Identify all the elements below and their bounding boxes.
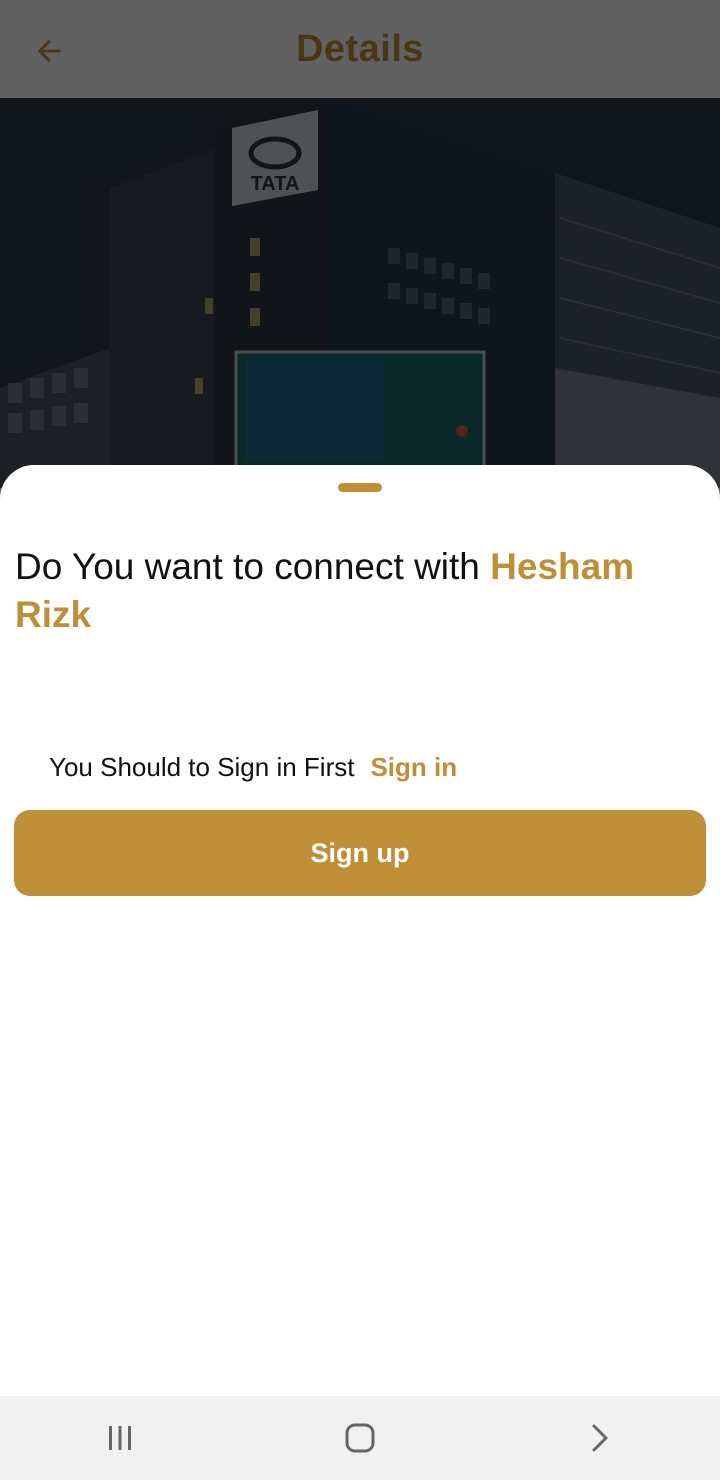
chevron-right-icon [592, 1424, 608, 1452]
screen: Details TATA Do You want to connect with… [0, 0, 720, 1480]
signup-label: Sign up [310, 837, 410, 868]
back-button[interactable] [22, 24, 76, 78]
signin-link[interactable]: Sign in [370, 752, 457, 783]
app-bar: Details [0, 0, 720, 98]
page-title: Details [295, 27, 425, 70]
signin-hint: You Should to Sign in First [49, 752, 355, 782]
bottom-sheet: Do You want to connect with Hesham Rizk … [0, 465, 720, 1396]
signin-row: You Should to Sign in First Sign in [49, 752, 457, 783]
question-text: Do You want to connect with [15, 546, 491, 587]
building-illustration: TATA [0, 98, 720, 488]
signup-button[interactable]: Sign up [14, 810, 706, 896]
logo-text: TATA [251, 173, 300, 195]
recents-button[interactable] [70, 1396, 170, 1480]
arrow-left-icon [37, 39, 61, 63]
home-icon [345, 1423, 375, 1453]
home-button[interactable] [310, 1396, 410, 1480]
sheet-drag-handle[interactable] [338, 483, 382, 492]
hero-image: TATA [0, 98, 720, 488]
nav-back-button[interactable] [550, 1396, 650, 1480]
recents-icon [109, 1426, 131, 1450]
connect-question: Do You want to connect with Hesham Rizk [15, 543, 705, 639]
system-nav-bar [0, 1396, 720, 1480]
